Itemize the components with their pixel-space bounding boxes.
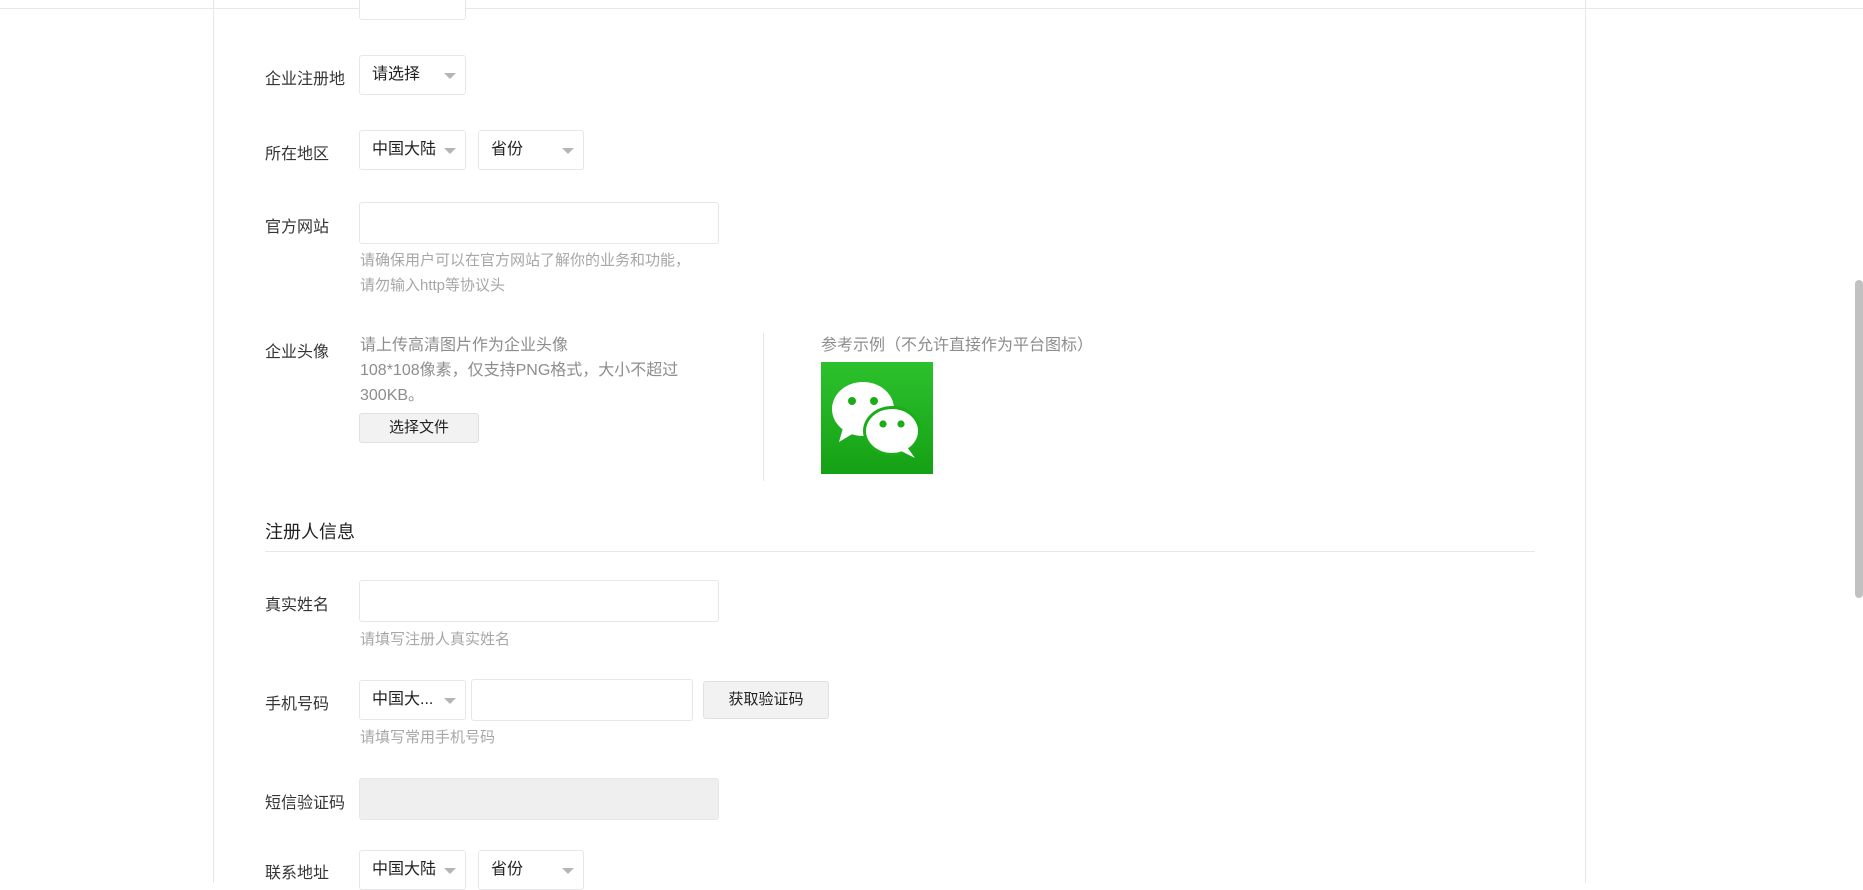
enterprise-registration-value: 请选择 [372, 66, 421, 83]
avatar-desc-line1: 请上传高清图片作为企业头像 [360, 337, 569, 354]
region-province-value: 省份 [491, 141, 524, 158]
chevron-down-icon [444, 698, 456, 704]
avatar-divider [763, 333, 764, 481]
get-verification-code-button[interactable]: 获取验证码 [703, 681, 829, 719]
phone-country-code-value: 中国大... [372, 691, 434, 708]
real-name-hint: 请填写注册人真实姓名 [360, 631, 511, 648]
website-hint-line1: 请确保用户可以在官方网站了解你的业务和功能， [360, 252, 691, 269]
section-divider [265, 551, 1535, 552]
sample-title: 参考示例（不允许直接作为平台图标） [821, 337, 1094, 354]
registrant-section-title: 注册人信息 [265, 522, 355, 542]
address-province-value: 省份 [491, 861, 524, 878]
enterprise-registration-label: 企业注册地 [265, 71, 346, 88]
avatar-desc-line2: 108*108像素，仅支持PNG格式，大小不超过 [360, 362, 679, 379]
address-country-value: 中国大陆 [372, 861, 437, 878]
sms-code-label: 短信验证码 [265, 795, 346, 812]
choose-file-button[interactable]: 选择文件 [359, 413, 479, 443]
avatar-label: 企业头像 [265, 344, 330, 361]
chevron-down-icon [444, 148, 456, 154]
phone-label: 手机号码 [265, 696, 330, 713]
enterprise-registration-select[interactable]: 请选择 [359, 55, 466, 95]
content-left-border [213, 0, 214, 883]
website-hint-line2: 请勿输入http等协议头 [360, 277, 506, 294]
region-province-select[interactable]: 省份 [478, 130, 584, 170]
real-name-label: 真实姓名 [265, 597, 330, 614]
chevron-down-icon [562, 868, 574, 874]
top-bar [0, 0, 1863, 9]
content-right-border [1585, 0, 1586, 883]
website-label: 官方网站 [265, 219, 330, 236]
page-scrollbar-thumb[interactable] [1855, 280, 1863, 598]
wechat-logo-icon [821, 362, 933, 474]
avatar-desc-line3: 300KB。 [360, 387, 425, 404]
sms-code-input[interactable] [359, 778, 719, 820]
region-country-value: 中国大陆 [372, 141, 437, 158]
phone-country-code-select[interactable]: 中国大... [359, 680, 466, 720]
chevron-down-icon [562, 148, 574, 154]
region-country-select[interactable]: 中国大陆 [359, 130, 466, 170]
phone-hint: 请填写常用手机号码 [360, 729, 496, 746]
address-country-select[interactable]: 中国大陆 [359, 850, 466, 890]
website-input[interactable] [359, 202, 719, 244]
address-label: 联系地址 [265, 865, 330, 882]
select-previous-partial[interactable] [359, 0, 466, 20]
region-label: 所在地区 [265, 146, 330, 163]
chevron-down-icon [444, 73, 456, 79]
real-name-input[interactable] [359, 580, 719, 622]
phone-input[interactable] [471, 679, 693, 721]
chevron-down-icon [444, 868, 456, 874]
address-province-select[interactable]: 省份 [478, 850, 584, 890]
